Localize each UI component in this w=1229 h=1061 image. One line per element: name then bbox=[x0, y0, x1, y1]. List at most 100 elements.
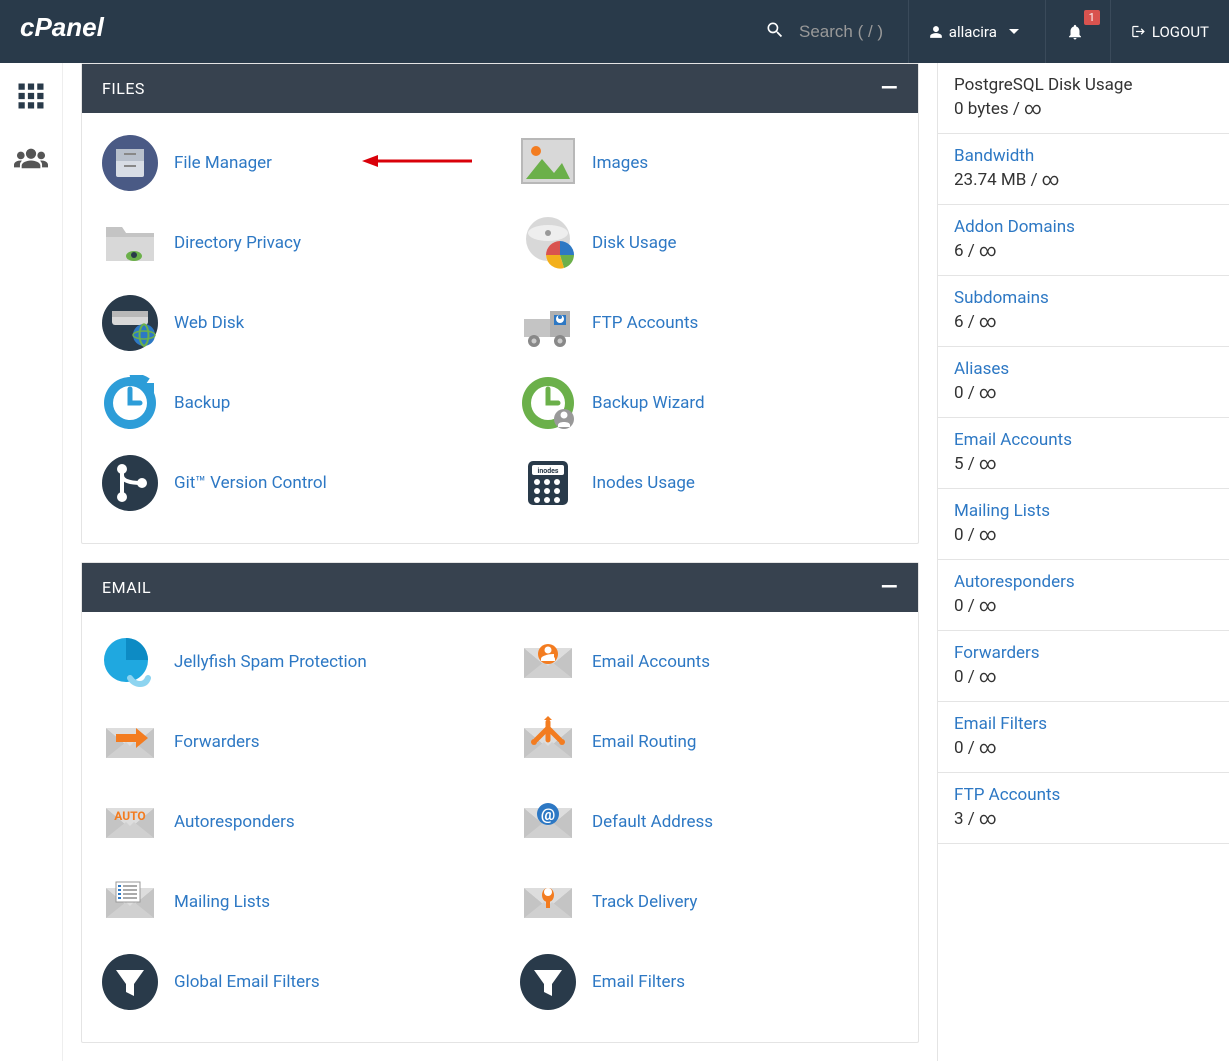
stat-label[interactable]: Email Accounts bbox=[954, 430, 1213, 450]
app-item-jellyfish[interactable]: Jellyfish Spam Protection bbox=[82, 622, 500, 702]
app-item-filemgr[interactable]: File Manager bbox=[82, 123, 500, 203]
stat-item: Email Accounts 5 / ∞ bbox=[938, 418, 1229, 489]
app-item-defaddr[interactable]: Default Address bbox=[500, 782, 918, 862]
app-label: Inodes Usage bbox=[592, 473, 695, 493]
stat-value: 0 / ∞ bbox=[954, 596, 1213, 616]
minus-icon[interactable]: — bbox=[881, 76, 898, 101]
app-item-diskusage[interactable]: Disk Usage bbox=[500, 203, 918, 283]
stat-label[interactable]: Email Filters bbox=[954, 714, 1213, 734]
app-label: Images bbox=[592, 153, 648, 173]
mailinglist-icon bbox=[102, 874, 158, 930]
jellyfish-icon bbox=[102, 634, 158, 690]
username: allacira bbox=[949, 23, 997, 41]
panel-title: FILES bbox=[102, 79, 145, 98]
app-item-autoresp[interactable]: Autoresponders bbox=[82, 782, 500, 862]
stat-label[interactable]: Subdomains bbox=[954, 288, 1213, 308]
app-label: Disk Usage bbox=[592, 233, 677, 253]
inodes-icon bbox=[520, 455, 576, 511]
cpanel-logo[interactable]: cPanel bbox=[20, 13, 130, 50]
app-item-git[interactable]: Git™ Version Control bbox=[82, 443, 500, 523]
app-item-emailfilter[interactable]: Email Filters bbox=[500, 942, 918, 1022]
main: FILES — File Manager Images Directory Privac… bbox=[63, 63, 1229, 1061]
stat-label[interactable]: Addon Domains bbox=[954, 217, 1213, 237]
routing-icon bbox=[520, 714, 576, 770]
stat-label[interactable]: Mailing Lists bbox=[954, 501, 1213, 521]
stat-value: 6 / ∞ bbox=[954, 312, 1213, 332]
stat-value: 5 / ∞ bbox=[954, 454, 1213, 474]
stat-value: 0 bytes / ∞ bbox=[954, 99, 1213, 119]
autoresp-icon bbox=[102, 794, 158, 850]
app-label: FTP Accounts bbox=[592, 313, 698, 333]
app-item-backup[interactable]: Backup bbox=[82, 363, 500, 443]
logout-label: LOGOUT bbox=[1152, 23, 1209, 41]
panel-files: FILES — File Manager Images Directory Privac… bbox=[81, 63, 919, 544]
stat-item: Mailing Lists 0 / ∞ bbox=[938, 489, 1229, 560]
panel-header[interactable]: FILES — bbox=[82, 64, 918, 113]
arrow-annotation bbox=[362, 153, 472, 173]
app-item-images[interactable]: Images bbox=[500, 123, 918, 203]
stat-value: 6 / ∞ bbox=[954, 241, 1213, 261]
stat-label[interactable]: Autoresponders bbox=[954, 572, 1213, 592]
app-label: Jellyfish Spam Protection bbox=[174, 652, 367, 672]
app-item-ftp[interactable]: FTP Accounts bbox=[500, 283, 918, 363]
search-container bbox=[765, 20, 929, 44]
app-item-routing[interactable]: Email Routing bbox=[500, 702, 918, 782]
app-label: Web Disk bbox=[174, 313, 244, 333]
stat-item: Email Filters 0 / ∞ bbox=[938, 702, 1229, 773]
panel-header[interactable]: EMAIL— bbox=[82, 563, 918, 612]
ftp-icon bbox=[520, 295, 576, 351]
stat-label[interactable]: Aliases bbox=[954, 359, 1213, 379]
defaddr-icon bbox=[520, 794, 576, 850]
caret-down-icon bbox=[1009, 23, 1025, 41]
app-item-trackdel[interactable]: Track Delivery bbox=[500, 862, 918, 942]
stat-label[interactable]: Bandwidth bbox=[954, 146, 1213, 166]
app-item-forwarders[interactable]: Forwarders bbox=[82, 702, 500, 782]
app-item-inodes[interactable]: Inodes Usage bbox=[500, 443, 918, 523]
stat-value: 23.74 MB / ∞ bbox=[954, 170, 1213, 190]
app-item-backupwiz[interactable]: Backup Wizard bbox=[500, 363, 918, 443]
emailfilter-icon bbox=[520, 954, 576, 1010]
app-item-webdisk[interactable]: Web Disk bbox=[82, 283, 500, 363]
stat-label: PostgreSQL Disk Usage bbox=[954, 75, 1213, 95]
app-label: Backup bbox=[174, 393, 230, 413]
webdisk-icon bbox=[102, 295, 158, 351]
images-icon bbox=[520, 135, 576, 191]
stat-value: 0 / ∞ bbox=[954, 525, 1213, 545]
left-nav bbox=[0, 63, 63, 1061]
stat-value: 0 / ∞ bbox=[954, 738, 1213, 758]
app-item-mailinglist[interactable]: Mailing Lists bbox=[82, 862, 500, 942]
panel-body: Jellyfish Spam Protection Email Accounts F… bbox=[82, 612, 918, 1042]
app-item-emailacct[interactable]: Email Accounts bbox=[500, 622, 918, 702]
filemgr-icon bbox=[102, 135, 158, 191]
app-label: Directory Privacy bbox=[174, 233, 301, 253]
logout-icon bbox=[1131, 24, 1146, 39]
bell-icon bbox=[1066, 23, 1084, 41]
forwarders-icon bbox=[102, 714, 158, 770]
diskusage-icon bbox=[520, 215, 576, 271]
stat-item: FTP Accounts 3 / ∞ bbox=[938, 773, 1229, 844]
nav-home-icon[interactable] bbox=[16, 81, 46, 115]
user-menu[interactable]: allacira bbox=[908, 0, 1045, 63]
stat-value: 0 / ∞ bbox=[954, 383, 1213, 403]
stat-label[interactable]: Forwarders bbox=[954, 643, 1213, 663]
nav-users-icon[interactable] bbox=[14, 145, 48, 175]
minus-icon[interactable]: — bbox=[881, 575, 898, 600]
panel-email: EMAIL— Jellyfish Spam Protection Email Acc… bbox=[81, 562, 919, 1043]
logout-button[interactable]: LOGOUT bbox=[1110, 0, 1229, 63]
app-label: Git™ Version Control bbox=[174, 473, 327, 493]
stat-value: 0 / ∞ bbox=[954, 667, 1213, 687]
notifications-button[interactable]: 1 bbox=[1045, 0, 1110, 63]
stat-value: 3 / ∞ bbox=[954, 809, 1213, 829]
app-label: Forwarders bbox=[174, 732, 260, 752]
app-label: Email Accounts bbox=[592, 652, 710, 672]
panel-body: File Manager Images Directory Privacy Disk … bbox=[82, 113, 918, 543]
stat-item: Bandwidth 23.74 MB / ∞ bbox=[938, 134, 1229, 205]
stat-item: Aliases 0 / ∞ bbox=[938, 347, 1229, 418]
app-item-globfilter[interactable]: Global Email Filters bbox=[82, 942, 500, 1022]
backupwiz-icon bbox=[520, 375, 576, 431]
stat-item: PostgreSQL Disk Usage 0 bytes / ∞ bbox=[938, 63, 1229, 134]
search-icon[interactable] bbox=[765, 20, 785, 44]
app-label: Track Delivery bbox=[592, 892, 697, 912]
stat-label[interactable]: FTP Accounts bbox=[954, 785, 1213, 805]
app-item-dirprivacy[interactable]: Directory Privacy bbox=[82, 203, 500, 283]
